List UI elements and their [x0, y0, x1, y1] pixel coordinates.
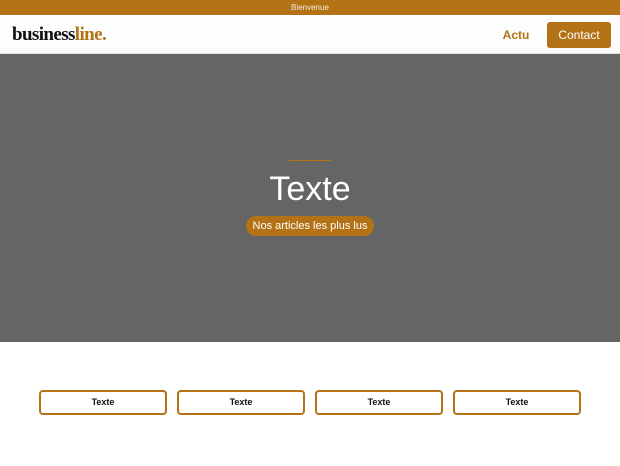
most-read-articles-button[interactable]: Nos articles les plus lus	[246, 216, 374, 236]
text-card-3[interactable]: Texte	[315, 390, 443, 415]
text-card-4[interactable]: Texte	[453, 390, 581, 415]
text-card-2[interactable]: Texte	[177, 390, 305, 415]
welcome-text: Bienvenue	[291, 3, 329, 12]
contact-button[interactable]: Contact	[547, 22, 611, 48]
nav-link-actu[interactable]: Actu	[495, 27, 537, 43]
hero-title: Texte	[269, 170, 351, 208]
logo-main-text: business	[12, 24, 75, 45]
logo-accent-text: line.	[74, 24, 107, 45]
card-section: Texte Texte Texte Texte	[0, 342, 620, 466]
text-card-1[interactable]: Texte	[39, 390, 167, 415]
site-header: businessline. Actu Contact	[0, 15, 620, 54]
site-logo[interactable]: businessline.	[12, 24, 107, 46]
welcome-bar: Bienvenue	[0, 0, 620, 15]
hero-divider	[289, 160, 331, 161]
hero-banner: Texte Nos articles les plus lus	[0, 54, 620, 342]
